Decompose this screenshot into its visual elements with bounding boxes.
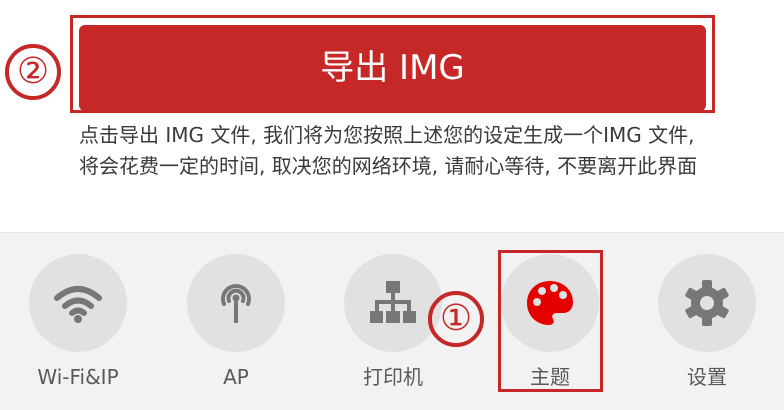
nav-icon-circle (29, 254, 127, 352)
nav-label-settings: 设置 (687, 365, 727, 389)
antenna-icon (221, 284, 251, 323)
nav-label-wifi-ip: Wi-Fi&IP (37, 365, 119, 389)
nav-icon-circle (658, 254, 756, 352)
nav-label-printer: 打印机 (363, 365, 423, 389)
nav-item-ap[interactable]: AP (166, 233, 306, 410)
nav-item-theme[interactable]: 主题 (480, 233, 620, 410)
network-tree-icon (370, 281, 416, 323)
export-description: 点击导出 IMG 文件, 我们将为您按照上述您的设定生成一个IMG 文件, 将会… (79, 123, 698, 178)
nav-icon-circle (344, 254, 442, 352)
nav-item-settings[interactable]: 设置 (637, 233, 777, 410)
nav-label-theme: 主题 (530, 365, 570, 389)
step-1-badge: ① (428, 291, 484, 347)
nav-item-wifi-ip[interactable]: Wi-Fi&IP (8, 233, 148, 410)
gear-icon (685, 280, 729, 326)
step-2-badge: ② (5, 44, 61, 100)
bottom-nav-bar: Wi-Fi&IP AP 打印机 主题 设置 (0, 232, 784, 410)
wifi-icon (54, 286, 102, 323)
export-screen: 导出 IMG ② 点击导出 IMG 文件, 我们将为您按照上述您的设定生成一个I… (0, 0, 784, 410)
palette-icon (527, 281, 573, 325)
nav-label-ap: AP (223, 365, 249, 389)
nav-icon-circle (501, 254, 599, 352)
export-img-button[interactable]: 导出 IMG (79, 25, 706, 111)
nav-icon-circle (187, 254, 285, 352)
